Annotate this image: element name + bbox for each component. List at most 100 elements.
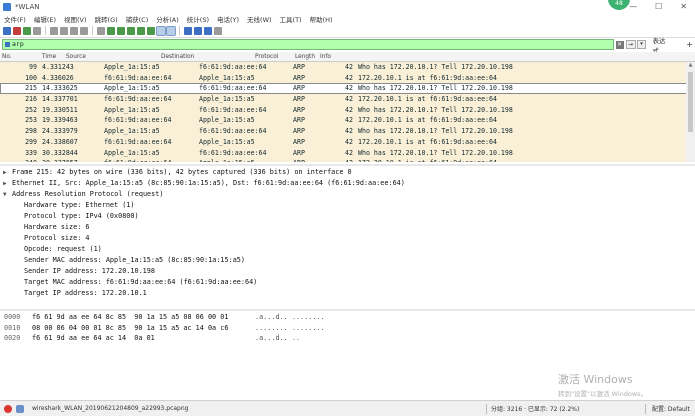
autoscroll-icon[interactable]: [156, 25, 166, 36]
resize-columns-icon[interactable]: [214, 26, 222, 35]
find-packet-icon[interactable]: [97, 26, 105, 35]
packet-cell-time: 14.337701: [42, 95, 78, 104]
detail-arp[interactable]: ▼ Address Resolution Protocol (request): [0, 189, 695, 200]
expanded-arrow-icon[interactable]: ▼: [3, 189, 12, 200]
bytes-line[interactable]: 0020 f6 61 9d aa ee 64 ac 14 0a 01 .a...d.…: [0, 333, 695, 344]
menu-item[interactable]: 统计(S): [187, 14, 209, 24]
stop-capture-icon[interactable]: [13, 26, 21, 35]
arp-field[interactable]: Protocol size: 4: [0, 233, 695, 244]
arp-field[interactable]: Sender IP address: 172.20.10.198: [0, 266, 695, 277]
menu-item[interactable]: 跳转(G): [95, 14, 118, 24]
bytes-offset: 0010: [4, 323, 21, 332]
bytes-line[interactable]: 0010 08 00 06 04 00 01 8c 85 90 1a 15 a5 …: [0, 323, 695, 334]
packet-cell-time: 14.333625: [42, 84, 78, 93]
arp-field[interactable]: Hardware type: Ethernet (1): [0, 200, 695, 211]
packet-cell-destination: f6:61:9d:aa:ee:64: [199, 148, 267, 157]
collapsed-arrow-icon[interactable]: ▶: [3, 167, 12, 178]
menu-item[interactable]: 文件(F): [4, 14, 26, 24]
menu-item[interactable]: 无线(W): [247, 14, 272, 24]
zoom-in-icon[interactable]: [184, 26, 192, 35]
packet-row[interactable]: 299 24.338607 f6:61:9d:aa:ee:64 Apple_1a:15…: [0, 136, 695, 148]
arp-field[interactable]: Hardware size: 6: [0, 222, 695, 233]
packet-cell-source: f6:61:9d:aa:ee:64: [104, 73, 172, 82]
packet-cell-length: 42: [345, 84, 353, 93]
shark-fin-start-icon[interactable]: [3, 26, 11, 35]
arp-field[interactable]: Protocol type: IPv4 (0x0800): [0, 211, 695, 222]
recent-filters-dropdown[interactable]: ▾: [636, 40, 647, 49]
packet-cell-length: 42: [328, 158, 356, 162]
packet-row[interactable]: 252 19.330511 Apple_1a:15:a5 f6:61:9d:aa:ee…: [0, 104, 695, 116]
scroll-up-icon[interactable]: ▲: [686, 62, 695, 70]
maximize-button[interactable]: ☐: [655, 0, 662, 13]
zoom-normal-icon[interactable]: [204, 26, 212, 35]
filter-bookmark-icon[interactable]: [5, 42, 10, 47]
zoom-out-icon[interactable]: [194, 26, 202, 35]
minimize-button[interactable]: —: [629, 0, 637, 13]
pane-splitter[interactable]: [0, 309, 695, 311]
apply-filter-button[interactable]: →: [625, 40, 636, 49]
column-header-length[interactable]: Length: [290, 52, 318, 61]
packet-cell-no: 252: [25, 105, 37, 114]
packet-list-scrollbar[interactable]: ▲: [686, 62, 695, 162]
menu-item[interactable]: 编辑(E): [34, 14, 56, 24]
packet-cell-destination: f6:61:9d:aa:ee:64: [199, 105, 267, 114]
selected-packet-row[interactable]: 215 14.333625 Apple_1a:15:a5 f6:61:9d:aa:ee…: [0, 83, 695, 95]
arp-field[interactable]: Target IP address: 172.20.10.1: [0, 288, 695, 299]
bytes-ascii: ........ ........: [255, 323, 325, 332]
go-last-icon[interactable]: [147, 26, 155, 35]
close-file-icon[interactable]: [70, 26, 78, 35]
menu-item[interactable]: 视图(V): [64, 14, 87, 24]
arp-field[interactable]: Opcode: request (1): [0, 244, 695, 255]
column-header-info[interactable]: Info: [318, 52, 695, 61]
packet-cell-no: 99: [29, 63, 37, 71]
pane-splitter[interactable]: [0, 164, 695, 166]
save-file-icon[interactable]: [60, 26, 68, 35]
packet-cell-destination: Apple_1a:15:a5: [199, 137, 255, 146]
close-button[interactable]: ✕: [680, 0, 687, 13]
arp-field[interactable]: Target MAC address: f6:61:9d:aa:ee:64 (f…: [0, 277, 695, 288]
arp-field[interactable]: Sender MAC address: Apple_1a:15:a5 (8c:8…: [0, 255, 695, 266]
go-to-packet-icon[interactable]: [127, 26, 135, 35]
menu-item[interactable]: 工具(T): [280, 14, 302, 24]
scrollbar-thumb[interactable]: [688, 72, 693, 132]
bytes-line[interactable]: 0000 f6 61 9d aa ee 64 8c 85 90 1a 15 a5 …: [0, 312, 695, 323]
column-header-destination[interactable]: Destination: [159, 52, 253, 61]
go-forward-icon[interactable]: [117, 26, 125, 35]
capture-options-icon[interactable]: [33, 26, 41, 35]
menu-item[interactable]: 帮助(H): [310, 14, 333, 24]
go-first-icon[interactable]: [137, 26, 145, 35]
column-header-time[interactable]: Time: [2, 52, 64, 61]
display-filter-input[interactable]: arp: [2, 39, 614, 50]
reload-file-icon[interactable]: [80, 26, 88, 35]
packet-row[interactable]: 100 4.336026 f6:61:9d:aa:ee:64 Apple_1a:15:…: [0, 72, 695, 84]
packet-row[interactable]: 253 19.339463 f6:61:9d:aa:ee:64 Apple_1a:15…: [0, 115, 695, 127]
title-bar: *WLAN — ☐ ✕: [0, 0, 695, 13]
menu-item[interactable]: 捕获(C): [126, 14, 149, 24]
column-header-protocol[interactable]: Protocol: [253, 52, 290, 61]
packet-row[interactable]: 99 4.331243 Apple_1a:15:a5 f6:61:9d:aa:ee:6…: [0, 62, 695, 73]
capture-file-icon[interactable]: [16, 404, 24, 413]
packet-cell-no: 253: [25, 116, 37, 125]
status-profile[interactable]: 配置: Default: [652, 404, 690, 413]
clear-filter-icon[interactable]: ✕: [615, 40, 624, 49]
colorize-icon[interactable]: [166, 25, 176, 36]
packet-row[interactable]: 216 14.337701 f6:61:9d:aa:ee:64 Apple_1a:15…: [0, 94, 695, 105]
packet-row[interactable]: 298 24.333979 Apple_1a:15:a5 f6:61:9d:aa:ee…: [0, 126, 695, 137]
add-filter-button[interactable]: +: [686, 40, 693, 49]
packet-row[interactable]: 34030.337657f6:61:9d:aa:ee:64Apple_1a:15…: [0, 158, 695, 162]
packet-row[interactable]: 339 30.332844 Apple_1a:15:a5 f6:61:9d:aa:ee…: [0, 147, 695, 159]
detail-ethernet[interactable]: ▶ Ethernet II, Src: Apple_1a:15:a5 (8c:85…: [0, 178, 695, 189]
expert-info-icon[interactable]: [4, 404, 12, 413]
menu-item[interactable]: 分析(A): [156, 14, 179, 24]
open-file-icon[interactable]: [50, 26, 58, 35]
packet-cell-source: f6:61:9d:aa:ee:64: [104, 116, 172, 125]
menu-item[interactable]: 电话(Y): [217, 14, 239, 24]
restart-capture-icon[interactable]: [23, 26, 31, 35]
detail-frame[interactable]: ▶ Frame 215: 42 bytes on wire (336 bits),…: [0, 167, 695, 178]
column-header-source[interactable]: Source: [64, 52, 159, 61]
bytes-ascii: .a...d.. ........: [255, 313, 325, 321]
packet-cell-no: 100: [25, 73, 37, 82]
collapsed-arrow-icon[interactable]: ▶: [3, 178, 12, 189]
go-back-icon[interactable]: [107, 26, 115, 35]
windows-activation-watermark: 激活 Windows 转到"设置"以激活 Windows。: [558, 373, 648, 398]
